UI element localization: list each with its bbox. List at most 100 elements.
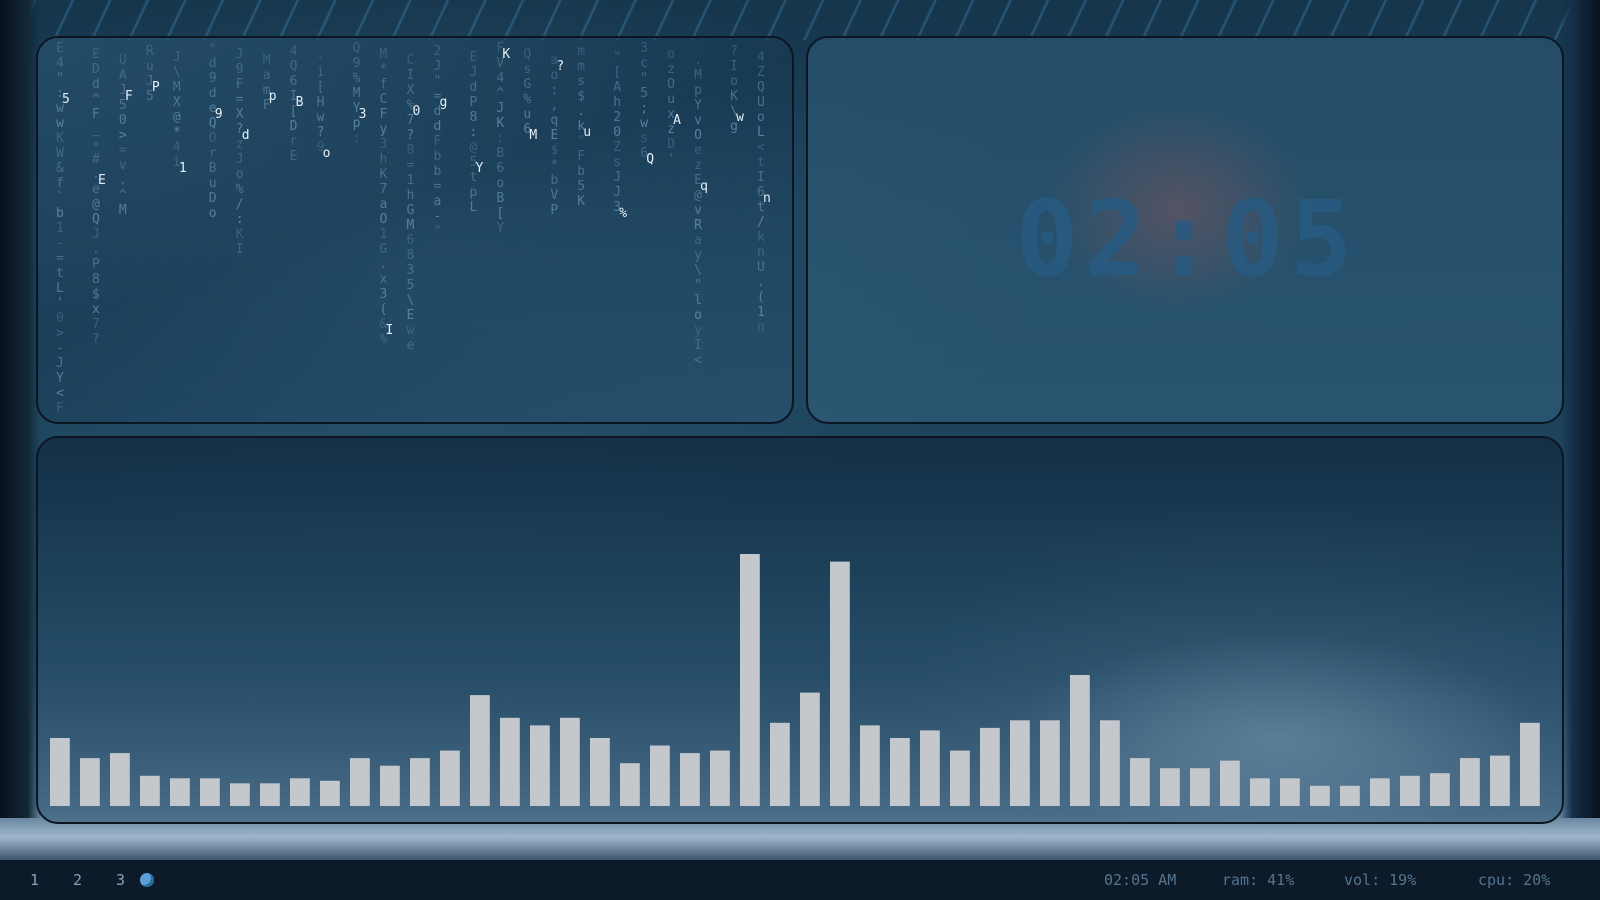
visualizer-bar [710, 750, 730, 806]
matrix-glyph: R [694, 218, 702, 233]
matrix-glyph: O [667, 77, 675, 92]
visualizer-bar [290, 778, 310, 806]
visualizer-bar [440, 750, 460, 806]
visualizer-bar [200, 778, 220, 806]
matrix-glyph: w [56, 116, 64, 131]
matrix-head-glyph: Q [646, 152, 654, 167]
matrix-glyph: 5 [640, 86, 648, 101]
matrix-glyph: Q [290, 59, 298, 74]
matrix-glyph: = [56, 251, 64, 266]
matrix-glyph: 1 [757, 305, 765, 320]
matrix-glyph: : [353, 131, 361, 146]
matrix-glyph: & [56, 161, 64, 176]
matrix-glyph: C [380, 92, 388, 107]
matrix-glyph: " [56, 71, 64, 86]
matrix-glyph: J [469, 65, 477, 80]
visualizer-bar [1070, 675, 1090, 806]
matrix-glyph: s [523, 62, 531, 77]
visualizer-bar [380, 765, 400, 806]
matrix-glyph: 5 [407, 278, 415, 293]
workspace-3-button[interactable]: 3 [116, 871, 125, 889]
matrix-glyph: s [640, 131, 648, 146]
matrix-glyph: < [56, 386, 64, 401]
matrix-glyph: J [236, 47, 244, 62]
active-window-icon[interactable] [140, 873, 154, 887]
matrix-glyph: Q [92, 212, 100, 227]
matrix-head-glyph: g [439, 95, 447, 110]
matrix-glyph: B [209, 161, 217, 176]
matrix-glyph: v [694, 203, 702, 218]
matrix-glyph: k [757, 230, 765, 245]
matrix-rain-window[interactable]: E 4 ": w w K W & f ` b 1- = t L ' 0 > - J Y < F 5 E Dd ^ F _ + #. e @ Q J.… [36, 36, 794, 424]
matrix-glyph: f [380, 77, 388, 92]
matrix-glyph: - [56, 236, 64, 251]
matrix-glyph: 9 [236, 62, 244, 77]
matrix-glyph: ^ [92, 92, 100, 107]
matrix-glyph: w [317, 110, 325, 125]
matrix-head-glyph: q [700, 179, 708, 194]
matrix-head-glyph: Y [475, 161, 483, 176]
matrix-glyph: I [407, 68, 415, 83]
matrix-glyph: I [236, 242, 244, 257]
visualizer-bar [1100, 720, 1120, 806]
matrix-glyph: l [694, 293, 702, 308]
matrix-glyph: P [469, 95, 477, 110]
matrix-glyph: : [496, 131, 504, 146]
matrix-glyph: M [380, 47, 388, 62]
matrix-head-glyph: M [529, 128, 537, 143]
matrix-glyph: J [433, 59, 441, 74]
matrix-glyph: - [433, 209, 441, 224]
matrix-head-glyph: d [242, 128, 250, 143]
matrix-glyph: = [236, 92, 244, 107]
matrix-glyph: I [730, 59, 738, 74]
matrix-glyph: r [290, 134, 298, 149]
workspace-2-button[interactable]: 2 [73, 871, 82, 889]
matrix-glyph: d [469, 80, 477, 95]
matrix-glyph: y [694, 323, 702, 338]
visualizer-bar [560, 717, 580, 806]
matrix-glyph: . [694, 53, 702, 68]
visualizer-bar [890, 738, 910, 806]
matrix-glyph: A [119, 68, 127, 83]
matrix-glyph: 9 [353, 56, 361, 71]
visualizer-bar [350, 758, 370, 806]
matrix-glyph: K [56, 131, 64, 146]
matrix-head-glyph: 3 [359, 107, 367, 122]
matrix-glyph: L [469, 200, 477, 215]
status-volume[interactable]: vol: 19% [1344, 871, 1416, 889]
visualizer-bar [980, 727, 1000, 806]
matrix-glyph: 3 [380, 137, 388, 152]
matrix-glyph: 1 [380, 227, 388, 242]
visualizer-bar [770, 722, 790, 806]
matrix-glyph: X [173, 95, 181, 110]
audio-visualizer-window[interactable] [36, 436, 1564, 824]
matrix-glyph: K [236, 227, 244, 242]
matrix-glyph: \ [694, 263, 702, 278]
matrix-glyph: w [640, 116, 648, 131]
matrix-glyph: E [290, 149, 298, 164]
matrix-glyph: * [209, 41, 217, 56]
matrix-head-glyph: n [763, 191, 771, 206]
matrix-glyph: 7 [92, 317, 100, 332]
visualizer-bar [950, 750, 970, 806]
matrix-head-glyph: K [502, 47, 510, 62]
workspace-1-button[interactable]: 1 [30, 871, 39, 889]
matrix-glyph: J [613, 170, 621, 185]
visualizer-bar [1430, 773, 1450, 806]
visualizer-bar [860, 725, 880, 806]
matrix-glyph: 8 [407, 248, 415, 263]
matrix-glyph: = [119, 143, 127, 158]
matrix-head-glyph: A [673, 113, 681, 128]
visualizer-bar [740, 554, 760, 806]
matrix-glyph: 0 [119, 113, 127, 128]
matrix-glyph: F [56, 401, 64, 416]
clock-window[interactable]: 02:05 [806, 36, 1564, 424]
matrix-glyph: $ [92, 287, 100, 302]
matrix-glyph: , [550, 98, 558, 113]
matrix-glyph: t [757, 155, 765, 170]
matrix-glyph: c [640, 56, 648, 71]
visualizer-bar [110, 753, 130, 806]
matrix-glyph: Z [613, 140, 621, 155]
visualizer-bar [1460, 758, 1480, 806]
matrix-glyph: " [694, 278, 702, 293]
